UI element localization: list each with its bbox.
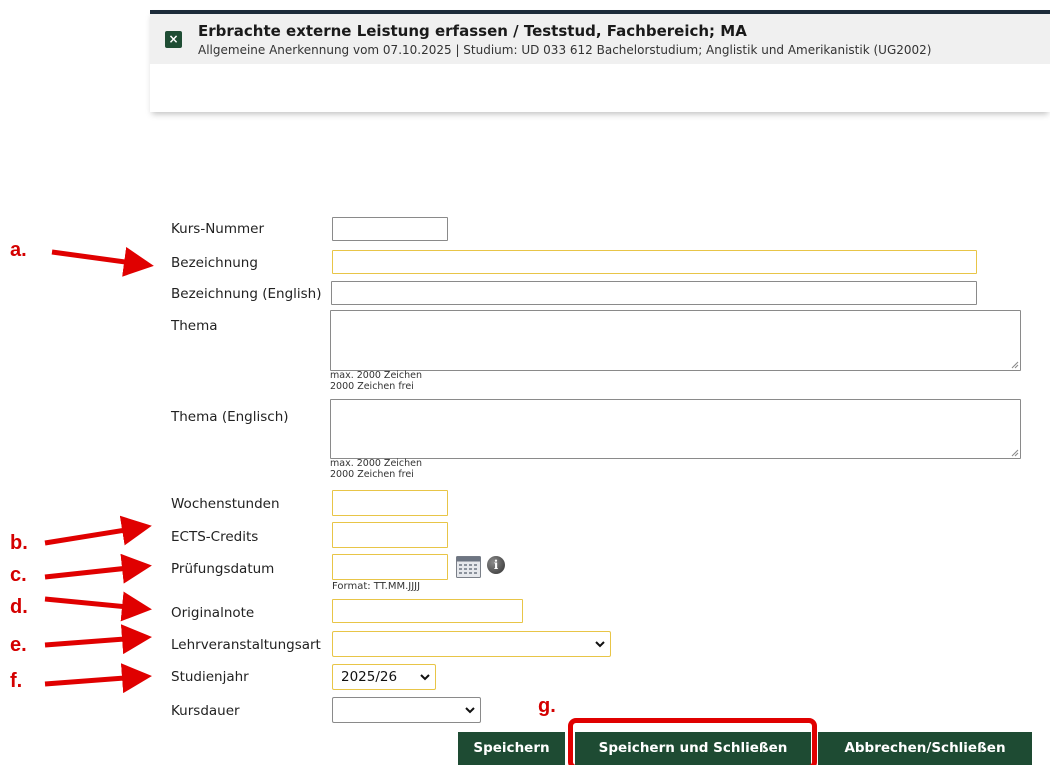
lehrveranstaltungsart-select[interactable] [332,631,611,657]
wochenstunden-label: Wochenstunden [171,496,280,512]
dialog-title: Erbrachte externe Leistung erfassen / Te… [198,22,747,40]
chevron-down-icon [420,674,430,681]
close-icon[interactable]: × [165,31,182,48]
arrow-a [51,246,154,277]
arrow-b [44,515,152,546]
thema-englisch-free-hint: 2000 Zeichen frei [330,469,414,480]
chevron-down-icon [465,707,475,714]
wochenstunden-input[interactable] [332,490,448,516]
bezeichnung-input[interactable] [332,250,977,274]
studienjahr-selected: 2025/26 [341,669,398,685]
thema-label: Thema [171,318,218,334]
thema-free-hint: 2000 Zeichen frei [330,381,414,392]
lehrveranstaltungsart-label: Lehrveranstaltungsart [171,637,321,653]
thema-englisch-textarea[interactable] [330,399,1021,459]
info-icon[interactable]: i [487,556,505,574]
thema-englisch-label: Thema (Englisch) [171,409,289,425]
studienjahr-label: Studienjahr [171,669,249,685]
bezeichnung-english-label: Bezeichnung (English) [171,286,322,302]
originalnote-input[interactable] [332,599,523,623]
thema-max-hint: max. 2000 Zeichen [330,370,423,381]
kurs-nummer-label: Kurs-Nummer [171,221,265,237]
cancel-close-button[interactable]: Abbrechen/Schließen [818,732,1032,765]
annotation-label-a: a. [10,239,27,261]
ects-credits-label: ECTS-Credits [171,529,259,545]
thema-englisch-max-hint: max. 2000 Zeichen [330,458,423,469]
annotation-label-f: f. [10,670,23,692]
kurs-nummer-input[interactable] [332,217,448,241]
ects-credits-input[interactable] [332,522,448,548]
annotation-label-c: c. [10,564,27,586]
thema-textarea[interactable] [330,310,1021,371]
bezeichnung-english-input[interactable] [331,281,977,305]
kursdauer-label: Kursdauer [171,703,240,719]
save-and-close-button[interactable]: Speichern und Schließen [575,732,811,765]
chevron-down-icon [595,641,605,648]
arrow-c [44,553,152,584]
annotation-label-g: g. [538,695,556,717]
annotation-label-b: b. [10,532,28,554]
page-canvas: × Erbrachte externe Leistung erfassen / … [0,0,1050,765]
arrow-d [44,591,152,622]
pruefungsdatum-label: Prüfungsdatum [171,561,275,577]
save-button[interactable]: Speichern [458,732,565,765]
date-format-hint: Format: TT.MM.JJJJ [332,581,421,592]
pruefungsdatum-input[interactable] [332,554,448,580]
bezeichnung-label: Bezeichnung [171,255,258,271]
arrow-f [44,663,152,694]
calendar-icon[interactable] [456,556,481,578]
originalnote-label: Originalnote [171,605,255,621]
arrow-e [44,624,152,655]
dialog-subtitle: Allgemeine Anerkennung vom 07.10.2025 | … [198,43,932,57]
annotation-label-d: d. [10,596,28,618]
kursdauer-select[interactable] [332,697,481,723]
annotation-label-e: e. [10,634,27,656]
studienjahr-select[interactable]: 2025/26 [332,664,436,690]
dialog-header: × Erbrachte externe Leistung erfassen / … [150,10,1050,112]
